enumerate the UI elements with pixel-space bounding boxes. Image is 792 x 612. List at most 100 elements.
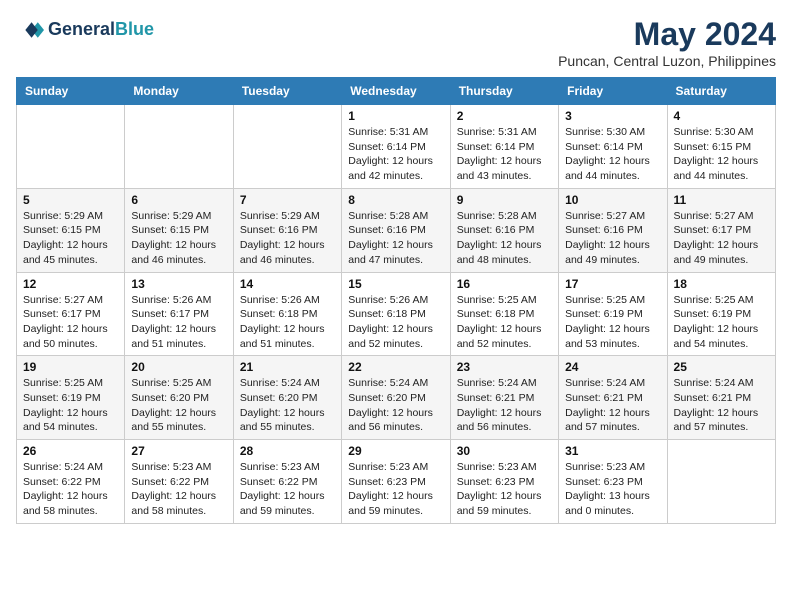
day-info: Sunrise: 5:23 AM Sunset: 6:23 PM Dayligh… (565, 460, 660, 519)
calendar-cell: 27Sunrise: 5:23 AM Sunset: 6:22 PM Dayli… (125, 440, 233, 524)
day-number: 22 (348, 360, 443, 374)
calendar-week-5: 26 Sunrise: 5:24 AM Sunset: 6:22 PM Dayli… (17, 440, 776, 524)
day-info: Sunrise: 5:25 AM Sunset: 6:19 PM Dayligh… (23, 376, 118, 435)
day-number: 16 (457, 277, 552, 291)
calendar-cell: 31 Sunrise: 5:23 AM Sunset: 6:23 PM Dayli… (559, 440, 667, 524)
weekday-header-tuesday: Tuesday (233, 78, 341, 105)
calendar-cell: 4 Sunrise: 5:30 AM Sunset: 6:15 PM Daylig… (667, 105, 775, 189)
calendar-cell: 14Sunrise: 5:26 AM Sunset: 6:18 PM Dayli… (233, 272, 341, 356)
day-number: 2 (457, 109, 552, 123)
day-info: Sunrise: 5:29 AM Sunset: 6:16 PM Dayligh… (240, 209, 335, 268)
calendar-table: SundayMondayTuesdayWednesdayThursdayFrid… (16, 77, 776, 524)
calendar-cell: 2Sunrise: 5:31 AM Sunset: 6:14 PM Daylig… (450, 105, 558, 189)
day-info: Sunrise: 5:31 AM Sunset: 6:14 PM Dayligh… (348, 125, 443, 184)
calendar-week-3: 12 Sunrise: 5:27 AM Sunset: 6:17 PM Dayli… (17, 272, 776, 356)
calendar-cell: 17Sunrise: 5:25 AM Sunset: 6:19 PM Dayli… (559, 272, 667, 356)
logo-icon (16, 16, 44, 44)
month-title: May 2024 (558, 16, 776, 53)
day-number: 11 (674, 193, 769, 207)
day-number: 6 (131, 193, 226, 207)
calendar-cell: 3Sunrise: 5:30 AM Sunset: 6:14 PM Daylig… (559, 105, 667, 189)
weekday-header-sunday: Sunday (17, 78, 125, 105)
calendar-cell: 6Sunrise: 5:29 AM Sunset: 6:15 PM Daylig… (125, 188, 233, 272)
calendar-week-2: 5Sunrise: 5:29 AM Sunset: 6:15 PM Daylig… (17, 188, 776, 272)
day-number: 31 (565, 444, 660, 458)
calendar-cell (667, 440, 775, 524)
weekday-header-row: SundayMondayTuesdayWednesdayThursdayFrid… (17, 78, 776, 105)
day-number: 10 (565, 193, 660, 207)
day-info: Sunrise: 5:24 AM Sunset: 6:22 PM Dayligh… (23, 460, 118, 519)
day-info: Sunrise: 5:27 AM Sunset: 6:17 PM Dayligh… (674, 209, 769, 268)
day-info: Sunrise: 5:25 AM Sunset: 6:20 PM Dayligh… (131, 376, 226, 435)
day-number: 30 (457, 444, 552, 458)
day-number: 1 (348, 109, 443, 123)
calendar-week-4: 19 Sunrise: 5:25 AM Sunset: 6:19 PM Dayli… (17, 356, 776, 440)
calendar-cell: 10 Sunrise: 5:27 AM Sunset: 6:16 PM Dayli… (559, 188, 667, 272)
weekday-header-saturday: Saturday (667, 78, 775, 105)
calendar-week-1: 1 Sunrise: 5:31 AM Sunset: 6:14 PM Daylig… (17, 105, 776, 189)
calendar-cell (233, 105, 341, 189)
day-number: 23 (457, 360, 552, 374)
logo-text: GeneralBlue (48, 20, 154, 40)
day-number: 25 (674, 360, 769, 374)
day-info: Sunrise: 5:24 AM Sunset: 6:21 PM Dayligh… (457, 376, 552, 435)
day-number: 15 (348, 277, 443, 291)
calendar-cell: 8Sunrise: 5:28 AM Sunset: 6:16 PM Daylig… (342, 188, 450, 272)
day-number: 24 (565, 360, 660, 374)
calendar-cell: 15Sunrise: 5:26 AM Sunset: 6:18 PM Dayli… (342, 272, 450, 356)
calendar-cell: 24 Sunrise: 5:24 AM Sunset: 6:21 PM Dayli… (559, 356, 667, 440)
day-number: 9 (457, 193, 552, 207)
day-info: Sunrise: 5:25 AM Sunset: 6:19 PM Dayligh… (674, 293, 769, 352)
day-number: 29 (348, 444, 443, 458)
day-info: Sunrise: 5:23 AM Sunset: 6:23 PM Dayligh… (457, 460, 552, 519)
calendar-cell: 29 Sunrise: 5:23 AM Sunset: 6:23 PM Dayli… (342, 440, 450, 524)
calendar-cell: 25 Sunrise: 5:24 AM Sunset: 6:21 PM Dayli… (667, 356, 775, 440)
day-info: Sunrise: 5:28 AM Sunset: 6:16 PM Dayligh… (457, 209, 552, 268)
day-info: Sunrise: 5:29 AM Sunset: 6:15 PM Dayligh… (23, 209, 118, 268)
calendar-cell: 28 Sunrise: 5:23 AM Sunset: 6:22 PM Dayli… (233, 440, 341, 524)
day-info: Sunrise: 5:25 AM Sunset: 6:18 PM Dayligh… (457, 293, 552, 352)
calendar-cell: 20 Sunrise: 5:25 AM Sunset: 6:20 PM Dayli… (125, 356, 233, 440)
calendar-cell: 26 Sunrise: 5:24 AM Sunset: 6:22 PM Dayli… (17, 440, 125, 524)
day-number: 19 (23, 360, 118, 374)
day-number: 4 (674, 109, 769, 123)
calendar-cell: 22 Sunrise: 5:24 AM Sunset: 6:20 PM Dayli… (342, 356, 450, 440)
title-block: May 2024 Puncan, Central Luzon, Philippi… (558, 16, 776, 69)
day-info: Sunrise: 5:27 AM Sunset: 6:17 PM Dayligh… (23, 293, 118, 352)
day-number: 12 (23, 277, 118, 291)
weekday-header-thursday: Thursday (450, 78, 558, 105)
day-info: Sunrise: 5:30 AM Sunset: 6:15 PM Dayligh… (674, 125, 769, 184)
day-info: Sunrise: 5:26 AM Sunset: 6:18 PM Dayligh… (240, 293, 335, 352)
day-info: Sunrise: 5:24 AM Sunset: 6:20 PM Dayligh… (348, 376, 443, 435)
weekday-header-monday: Monday (125, 78, 233, 105)
day-number: 21 (240, 360, 335, 374)
calendar-cell: 21 Sunrise: 5:24 AM Sunset: 6:20 PM Dayli… (233, 356, 341, 440)
calendar-cell: 13 Sunrise: 5:26 AM Sunset: 6:17 PM Dayli… (125, 272, 233, 356)
day-number: 18 (674, 277, 769, 291)
day-info: Sunrise: 5:23 AM Sunset: 6:23 PM Dayligh… (348, 460, 443, 519)
day-info: Sunrise: 5:24 AM Sunset: 6:21 PM Dayligh… (565, 376, 660, 435)
calendar-cell (125, 105, 233, 189)
day-info: Sunrise: 5:24 AM Sunset: 6:21 PM Dayligh… (674, 376, 769, 435)
page-header: GeneralBlue May 2024 Puncan, Central Luz… (16, 16, 776, 69)
day-number: 3 (565, 109, 660, 123)
calendar-cell: 30 Sunrise: 5:23 AM Sunset: 6:23 PM Dayli… (450, 440, 558, 524)
day-number: 13 (131, 277, 226, 291)
day-number: 20 (131, 360, 226, 374)
day-number: 26 (23, 444, 118, 458)
weekday-header-wednesday: Wednesday (342, 78, 450, 105)
calendar-cell: 5Sunrise: 5:29 AM Sunset: 6:15 PM Daylig… (17, 188, 125, 272)
day-info: Sunrise: 5:26 AM Sunset: 6:17 PM Dayligh… (131, 293, 226, 352)
calendar-cell: 1 Sunrise: 5:31 AM Sunset: 6:14 PM Daylig… (342, 105, 450, 189)
location: Puncan, Central Luzon, Philippines (558, 53, 776, 69)
day-info: Sunrise: 5:23 AM Sunset: 6:22 PM Dayligh… (240, 460, 335, 519)
day-info: Sunrise: 5:24 AM Sunset: 6:20 PM Dayligh… (240, 376, 335, 435)
day-info: Sunrise: 5:27 AM Sunset: 6:16 PM Dayligh… (565, 209, 660, 268)
calendar-cell: 7 Sunrise: 5:29 AM Sunset: 6:16 PM Daylig… (233, 188, 341, 272)
day-number: 17 (565, 277, 660, 291)
calendar-cell: 18 Sunrise: 5:25 AM Sunset: 6:19 PM Dayli… (667, 272, 775, 356)
day-number: 7 (240, 193, 335, 207)
calendar-cell: 9 Sunrise: 5:28 AM Sunset: 6:16 PM Daylig… (450, 188, 558, 272)
calendar-cell: 11 Sunrise: 5:27 AM Sunset: 6:17 PM Dayli… (667, 188, 775, 272)
day-number: 28 (240, 444, 335, 458)
